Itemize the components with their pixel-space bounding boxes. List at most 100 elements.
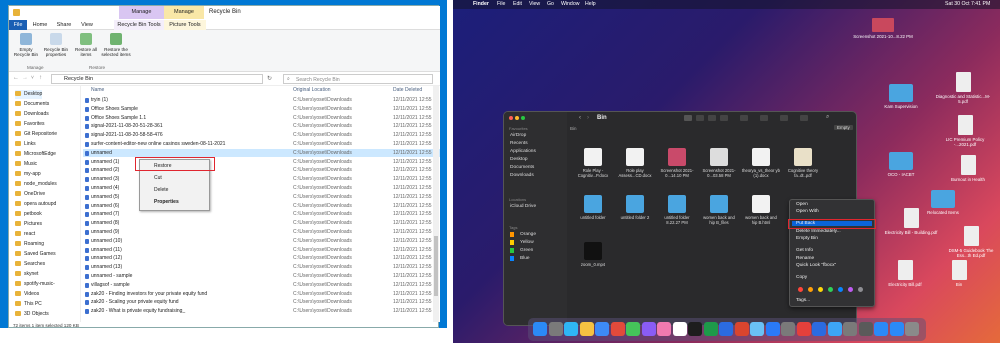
desktop-item[interactable]: Electricity Bill - Building.pdf	[881, 208, 941, 235]
table-row[interactable]: unnamed (11) C:\Users\yoset\Downloads 12/1…	[83, 246, 440, 255]
dock-app-icon[interactable]	[781, 322, 795, 336]
desktop-item[interactable]: Electricity Bill.pdf	[875, 260, 935, 287]
desktop-item[interactable]: LIC Premium Policy -...2021.pdf	[935, 115, 995, 147]
dock-app-icon[interactable]	[657, 322, 671, 336]
mac-menu-item[interactable]: Get Info	[796, 248, 813, 253]
scrollbar-thumb[interactable]	[434, 236, 438, 296]
scrollbar[interactable]	[433, 86, 439, 322]
table-row[interactable]: zak20 - Finding investors for your priva…	[83, 290, 440, 299]
forward-arrow-icon[interactable]: →	[22, 75, 28, 81]
table-row[interactable]: signal-2021-11-08-20-58-58-476 C:\Users\y…	[83, 131, 440, 140]
dock-app-icon[interactable]	[827, 322, 842, 336]
dock-app-icon[interactable]	[734, 322, 749, 336]
forward-icon[interactable]: ›	[587, 115, 589, 121]
nav-item[interactable]: Saved Games	[15, 250, 56, 259]
tab-home[interactable]: Home	[29, 20, 51, 30]
finder-file[interactable]: Screenshot 2021-0...03.58 PM	[700, 148, 738, 178]
menu-delete[interactable]: Delete	[154, 187, 168, 193]
restore-selected-button[interactable]: Restore the selected items	[101, 33, 131, 57]
finder-file[interactable]: women back and hip B_files	[700, 195, 738, 225]
dock-app-icon[interactable]	[626, 322, 640, 336]
nav-item[interactable]: petbook	[15, 210, 42, 219]
finder-file[interactable]: Role play Assess...CD.docx	[616, 148, 654, 178]
menu-properties[interactable]: Properties	[154, 199, 179, 205]
recycle-bin-properties-button[interactable]: Recycle Bin properties	[41, 33, 71, 57]
tag-dot-icon[interactable]	[808, 287, 813, 292]
gallery-view-icon[interactable]	[720, 115, 728, 121]
tag-dot-icon[interactable]	[818, 287, 823, 292]
menu-cut[interactable]: Cut	[154, 175, 162, 181]
dock-app-icon[interactable]	[843, 322, 857, 336]
column-original-location[interactable]: Original Location	[293, 86, 331, 95]
restore-all-button[interactable]: Restore all items	[71, 33, 101, 57]
sidebar-item[interactable]: AirDrop	[510, 133, 526, 138]
menu-view[interactable]: View	[529, 0, 540, 9]
dock-app-icon[interactable]	[874, 322, 888, 336]
tag-dot-icon[interactable]	[838, 287, 843, 292]
sidebar-item[interactable]: Applications	[510, 149, 536, 154]
menu-finder[interactable]: Finder	[473, 0, 489, 9]
mac-menu-item[interactable]: Open With	[796, 209, 819, 214]
desktop-item[interactable]: Kam Supervision	[871, 84, 931, 109]
up-arrow-icon[interactable]: ↑	[39, 75, 42, 81]
share-icon[interactable]	[760, 115, 768, 121]
table-row[interactable]: zak20 - What is private equity fundraisi…	[83, 307, 440, 316]
manage-tab-2[interactable]: Manage	[164, 6, 204, 19]
dock-app-icon[interactable]	[688, 322, 702, 336]
empty-button[interactable]: Empty	[834, 125, 853, 130]
tag-dot-icon[interactable]	[798, 287, 803, 292]
table-row[interactable]: surfer-content-editor-new online casinos…	[83, 140, 440, 149]
sidebar-item[interactable]: Yellow	[510, 240, 534, 245]
manage-tab-1[interactable]: Manage	[119, 6, 164, 19]
minimize-button[interactable]	[515, 116, 519, 120]
table-row[interactable]: unnamed (3) C:\Users\yoset\Downloads 12/11…	[83, 175, 440, 184]
tab-view[interactable]: View	[77, 20, 97, 30]
finder-file[interactable]: zoom_0.mp4	[574, 242, 612, 267]
nav-item[interactable]: Music	[15, 160, 37, 169]
address-field[interactable]: Recycle Bin	[51, 74, 263, 84]
tab-recycle-bin-tools[interactable]: Recycle Bin Tools	[114, 20, 164, 30]
table-row[interactable]: Office Shoes Sample C:\Users\yoset\Downlo…	[83, 105, 440, 114]
table-row[interactable]: unnamed (9) C:\Users\yoset\Downloads 12/11…	[83, 228, 440, 237]
nav-item[interactable]: Desktop	[15, 90, 43, 99]
dock-app-icon[interactable]	[564, 322, 578, 336]
mac-menu-item[interactable]: Delete Immediately...	[796, 229, 841, 234]
mac-menu-item[interactable]: Open	[796, 202, 808, 207]
dock-app-icon[interactable]	[579, 322, 594, 336]
dock-app-icon[interactable]	[765, 322, 780, 336]
dock-app-icon[interactable]	[595, 322, 609, 336]
nav-item[interactable]: node_modules	[15, 180, 57, 189]
dock-app-icon[interactable]	[889, 322, 904, 336]
empty-recycle-bin-button[interactable]: Empty Recycle Bin	[11, 33, 41, 57]
mac-menu-item[interactable]: Empty Bin	[796, 236, 818, 241]
finder-file[interactable]: Cognitive theory fa..dt..pdf	[784, 148, 822, 178]
mac-menu-item[interactable]: Copy	[796, 275, 807, 280]
sidebar-item[interactable]: Downloads	[510, 173, 534, 178]
tab-picture-tools[interactable]: Picture Tools	[164, 20, 206, 30]
table-row[interactable]: Office Shoes Sample 1.1 C:\Users\yoset\Do…	[83, 114, 440, 123]
column-date-deleted[interactable]: Date Deleted	[393, 86, 422, 95]
sidebar-item[interactable]: iCloud Drive	[510, 204, 536, 209]
nav-item[interactable]: Favorites	[15, 120, 45, 129]
icon-view-icon[interactable]	[684, 115, 692, 121]
menu-file[interactable]: File	[497, 0, 505, 9]
column-view-icon[interactable]	[708, 115, 716, 121]
dock-app-icon[interactable]	[796, 322, 811, 336]
dock-app-icon[interactable]	[719, 322, 733, 336]
nav-item[interactable]: Videos	[15, 290, 39, 299]
finder-file[interactable]: Screenshot 2021-0...14.10 PM	[658, 148, 696, 178]
dock-app-icon[interactable]	[905, 322, 919, 336]
desktop-item[interactable]: Diagnostic and Statistic...M-5.pdf	[933, 72, 993, 104]
nav-item[interactable]: Links	[15, 140, 36, 149]
table-row[interactable]: unnamed (7) C:\Users\yoset\Downloads 12/11…	[83, 210, 440, 219]
table-row[interactable]: unnamed - sample C:\Users\yoset\Downloads…	[83, 272, 440, 281]
nav-item[interactable]: opera autoupd	[15, 200, 56, 209]
chevron-down-icon[interactable]: ˅	[31, 75, 34, 81]
table-row[interactable]: unnamed (10) C:\Users\yoset\Downloads 12/1…	[83, 237, 440, 246]
table-row[interactable]: unnamed (13) C:\Users\yoset\Downloads 12/1…	[83, 263, 440, 272]
column-name[interactable]: Name	[91, 86, 104, 95]
table-row[interactable]: zak20 - Scaling your private equity fund…	[83, 298, 440, 307]
table-row[interactable]: villagsof - sample C:\Users\yoset\Downloa…	[83, 281, 440, 290]
finder-file[interactable]: women back and hip B.html	[742, 195, 780, 225]
back-icon[interactable]: ‹	[579, 115, 581, 121]
